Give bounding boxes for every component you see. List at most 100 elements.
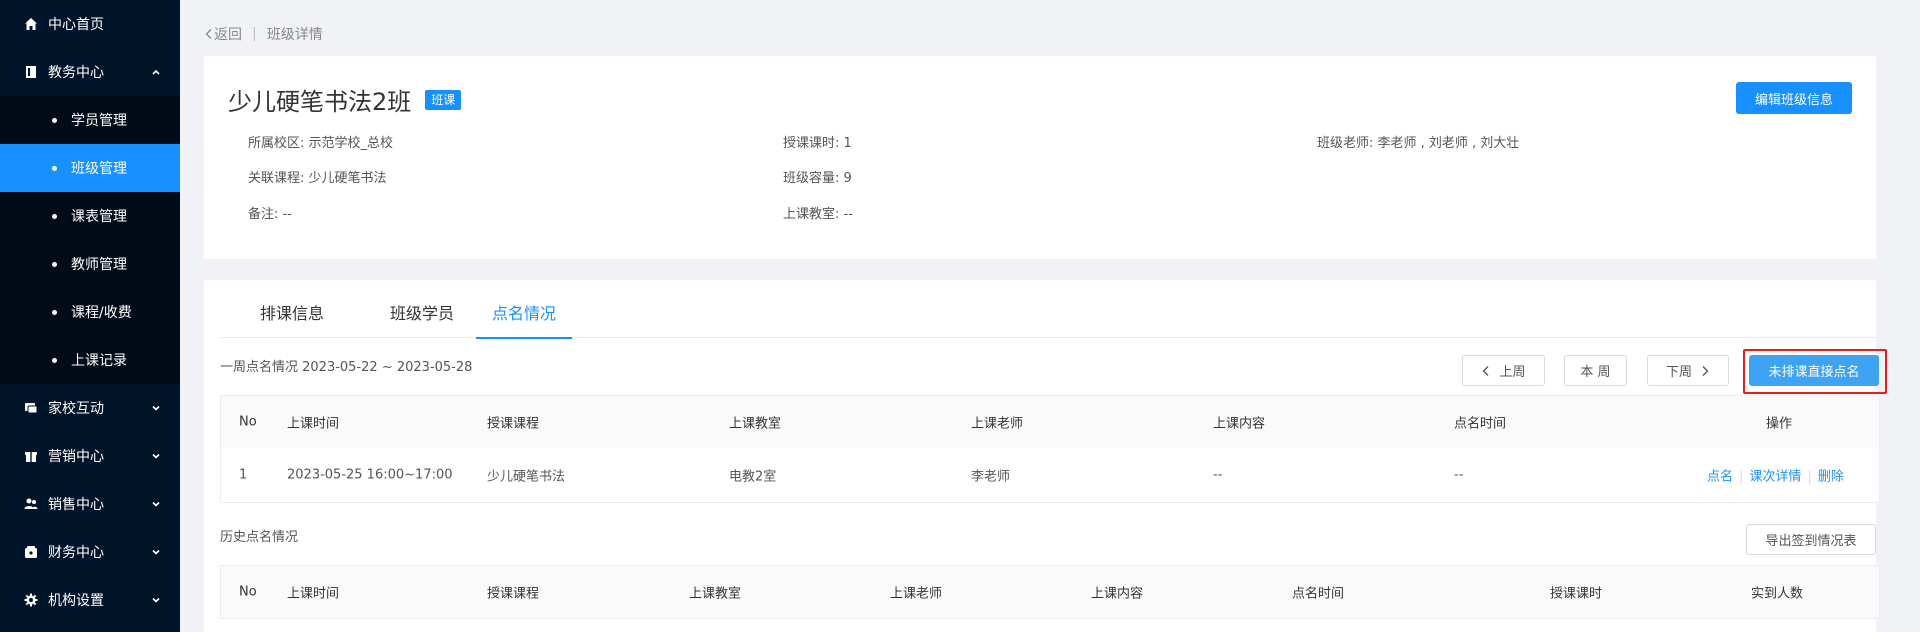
chevron-left-icon	[205, 29, 212, 39]
menu-jiaowu-label: 教务中心	[48, 65, 104, 81]
row-rollcall-time: --	[1454, 467, 1464, 483]
sidebar-item-label: 课表管理	[71, 209, 127, 225]
col-room: 上课教室	[729, 416, 782, 432]
week-rollcall-label: 一周点名情况 2023-05-22 ~ 2023-05-28	[220, 360, 473, 375]
class-title-row: 少儿硬笔书法2班 班课	[228, 82, 462, 117]
breadcrumb: 返回 | 班级详情	[204, 24, 323, 44]
direct-rollcall-button[interactable]: 未排课直接点名	[1749, 355, 1879, 386]
history-rollcall-table: No 上课时间 授课课程 上课教室 上课老师 上课内容 点名时间 授课课时 实到…	[220, 565, 1880, 619]
class-type-badge: 班课	[425, 89, 462, 110]
chevron-down-icon	[152, 405, 160, 411]
sidebar: 中心首页 教务中心 学员管理 班级管理 课表管理 教师管理 课程/收费 上课记录…	[0, 0, 180, 632]
chevron-down-icon	[152, 453, 160, 459]
chevron-up-icon	[152, 69, 160, 75]
col-course: 授课课程	[487, 416, 540, 432]
col-teacher: 上课老师	[971, 416, 1024, 432]
col-attendance: 实到人数	[1751, 586, 1804, 602]
chevron-down-icon	[152, 501, 160, 507]
breadcrumb-current: 班级详情	[266, 27, 323, 43]
menu-jigou[interactable]: 机构设置	[0, 576, 180, 624]
class-info-card: 少儿硬笔书法2班 班课 编辑班级信息 所属校区: 示范学校_总校 关联课程: 少…	[204, 56, 1876, 259]
sidebar-item-students[interactable]: 学员管理	[0, 96, 180, 144]
prev-week-label: 上周	[1499, 365, 1526, 380]
col-no: No	[239, 414, 257, 430]
row-actions: 点名 | 课次详情 | 删除	[1707, 466, 1844, 485]
room-info: 上课教室: --	[783, 207, 853, 222]
col-time: 上课时间	[287, 586, 340, 602]
bullet-icon	[52, 213, 57, 219]
menu-caiwu-label: 财务中心	[48, 545, 104, 561]
col-actions: 操作	[1766, 416, 1793, 432]
prev-week-button[interactable]: 上周	[1462, 355, 1545, 386]
book-icon	[24, 65, 38, 79]
bullet-icon	[52, 357, 57, 363]
export-attendance-button[interactable]: 导出签到情况表	[1746, 524, 1876, 555]
campus-info: 所属校区: 示范学校_总校	[248, 136, 394, 151]
back-label: 返回	[214, 27, 242, 43]
delete-link[interactable]: 删除	[1818, 470, 1844, 485]
chevron-left-icon	[1482, 365, 1489, 376]
jiaowu-submenu: 学员管理 班级管理 课表管理 教师管理 课程/收费 上课记录	[0, 96, 180, 384]
next-week-button[interactable]: 下周	[1647, 355, 1729, 386]
table-row: 1 2023-05-25 16:00~17:00 少儿硬笔书法 电教2室 李老师…	[221, 448, 1879, 502]
row-room: 电教2室	[729, 469, 777, 485]
tab-schedule[interactable]: 排课信息	[256, 300, 328, 338]
rollcall-link[interactable]: 点名	[1707, 470, 1733, 485]
chevron-down-icon	[152, 549, 160, 555]
col-course: 授课课程	[487, 586, 540, 602]
menu-jiaowu[interactable]: 教务中心	[0, 48, 180, 96]
tab-bar	[220, 280, 1876, 338]
back-link[interactable]: 返回	[204, 24, 242, 44]
bullet-icon	[52, 165, 57, 171]
gear-icon	[24, 593, 38, 607]
sidebar-item-label: 班级管理	[71, 161, 127, 177]
sidebar-item-courses[interactable]: 课程/收费	[0, 288, 180, 336]
row-time: 2023-05-25 16:00~17:00	[287, 467, 453, 483]
col-time: 上课时间	[287, 416, 340, 432]
sidebar-item-schedule[interactable]: 课表管理	[0, 192, 180, 240]
gift-icon	[24, 449, 38, 463]
col-rollcall-time: 点名时间	[1454, 416, 1507, 432]
menu-yingxiao[interactable]: 营销中心	[0, 432, 180, 480]
menu-home[interactable]: 中心首页	[0, 0, 180, 48]
capacity-info: 班级容量: 9	[783, 171, 852, 186]
menu-xiaoshou[interactable]: 销售中心	[0, 480, 180, 528]
menu-yingxiao-label: 营销中心	[48, 449, 104, 465]
wallet-icon	[24, 545, 38, 559]
week-rollcall-table: No 上课时间 授课课程 上课教室 上课老师 上课内容 点名时间 操作 1 20…	[220, 395, 1880, 503]
menu-caiwu[interactable]: 财务中心	[0, 528, 180, 576]
menu-jiaxiao-label: 家校互动	[48, 401, 104, 417]
row-teacher: 李老师	[971, 469, 1011, 485]
menu-jigou-label: 机构设置	[48, 593, 104, 609]
home-icon	[24, 17, 38, 31]
sidebar-item-classes[interactable]: 班级管理	[0, 144, 180, 192]
tab-students[interactable]: 班级学员	[382, 300, 462, 338]
sidebar-item-label: 课程/收费	[71, 305, 132, 321]
col-no: No	[239, 584, 257, 600]
table-header: No 上课时间 授课课程 上课教室 上课老师 上课内容 点名时间 授课课时 实到…	[221, 566, 1879, 618]
menu-xiaoshou-label: 销售中心	[48, 497, 104, 513]
this-week-button[interactable]: 本 周	[1564, 355, 1627, 386]
teachers-info: 班级老师: 李老师 , 刘老师 , 刘大壮	[1317, 136, 1520, 151]
page-title: 少儿硬笔书法2班	[228, 88, 412, 116]
history-rollcall-label: 历史点名情况	[220, 530, 299, 545]
lesson-detail-link[interactable]: 课次详情	[1749, 470, 1801, 485]
row-no: 1	[239, 467, 248, 483]
edit-class-button[interactable]: 编辑班级信息	[1736, 82, 1852, 114]
chevron-right-icon	[1702, 365, 1709, 376]
action-separator: |	[1807, 469, 1812, 485]
menu-home-label: 中心首页	[48, 17, 104, 33]
chevron-down-icon	[152, 597, 160, 603]
row-course: 少儿硬笔书法	[487, 469, 566, 485]
next-week-label: 下周	[1665, 365, 1692, 380]
col-room: 上课教室	[689, 586, 742, 602]
breadcrumb-separator: |	[252, 26, 257, 42]
row-content: --	[1213, 467, 1223, 483]
action-separator: |	[1739, 469, 1744, 485]
sidebar-item-label: 学员管理	[71, 113, 127, 129]
sidebar-item-records[interactable]: 上课记录	[0, 336, 180, 384]
menu-jiaxiao[interactable]: 家校互动	[0, 384, 180, 432]
sidebar-item-teachers[interactable]: 教师管理	[0, 240, 180, 288]
col-teacher: 上课老师	[890, 586, 943, 602]
tab-rollcall[interactable]: 点名情况	[476, 300, 572, 339]
